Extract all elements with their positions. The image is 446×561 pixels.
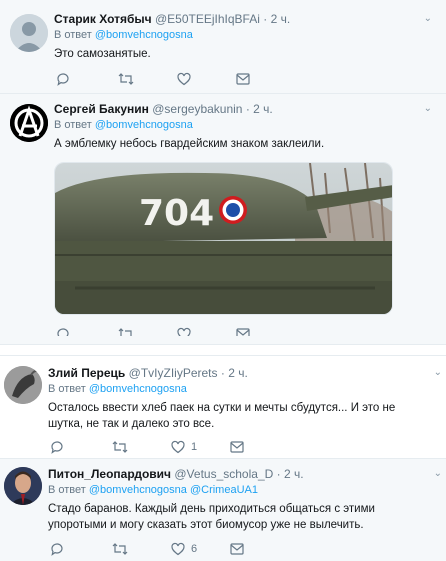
tweet[interactable]: Питон_Леопардович @Vetus_schola_D · 2 ч.…: [0, 459, 446, 561]
avatar[interactable]: [4, 467, 42, 505]
chevron-down-icon[interactable]: ⌄: [424, 11, 432, 27]
mention-link[interactable]: @CrimeaUA1: [190, 484, 258, 496]
retweet-button[interactable]: [112, 541, 134, 557]
like-button[interactable]: 6: [171, 541, 197, 557]
tank-number: 704: [139, 193, 214, 234]
tweet[interactable]: Злий Перець @TvIyZIiyPerets · 2 ч. ⌄ В о…: [0, 355, 446, 459]
retweet-icon: [112, 543, 128, 555]
reply-button[interactable]: [50, 541, 70, 557]
reply-context: В ответ @bomvehcnogosna @CrimeaUA1: [48, 484, 258, 496]
heart-icon: [177, 327, 191, 336]
heart-icon: [171, 440, 185, 454]
reply-context: В ответ @bomvehcnogosna: [48, 383, 187, 395]
author-name[interactable]: Старик Хотябыч: [54, 12, 152, 26]
mention-link[interactable]: @bomvehcnogosna: [89, 484, 187, 496]
envelope-icon: [236, 328, 250, 336]
timestamp[interactable]: 2 ч.: [271, 12, 291, 26]
timestamp[interactable]: 2 ч.: [284, 467, 304, 481]
retweet-icon: [118, 73, 134, 85]
reply-button[interactable]: [56, 71, 76, 87]
like-button[interactable]: 1: [171, 439, 197, 455]
reply-button[interactable]: [56, 326, 76, 336]
tweet-text: А эмблемку небось гвардейским знаком зак…: [54, 138, 325, 150]
mention-link[interactable]: @bomvehcnogosna: [89, 383, 187, 395]
heart-icon: [171, 542, 185, 556]
reply-icon: [51, 441, 63, 454]
author-handle[interactable]: @E50TEEjIhIqBFAi: [155, 12, 260, 26]
retweet-button[interactable]: [112, 439, 134, 455]
author-name[interactable]: Сергей Бакунин: [54, 102, 149, 116]
like-button[interactable]: [177, 71, 197, 87]
chevron-down-icon[interactable]: ⌄: [434, 466, 442, 482]
retweet-button[interactable]: [118, 71, 140, 87]
author-name[interactable]: Злий Перець: [48, 366, 125, 380]
author-handle[interactable]: @sergeybakunin: [152, 102, 242, 116]
tweet-text: Это самозанятые.: [54, 48, 151, 60]
author-handle[interactable]: @TvIyZIiyPerets: [129, 366, 218, 380]
chevron-down-icon[interactable]: ⌄: [434, 365, 442, 381]
tweet-text: Осталось ввести хлеб паек на сутки и меч…: [48, 402, 396, 430]
envelope-icon: [230, 543, 244, 555]
avatar[interactable]: [10, 14, 48, 52]
direct-message-button[interactable]: [230, 439, 244, 455]
author-name[interactable]: Питон_Леопардович: [48, 467, 171, 481]
direct-message-button[interactable]: [236, 326, 250, 336]
tweet[interactable]: Сергей Бакунин @sergeybakunin · 2 ч. ⌄ В…: [0, 94, 446, 345]
like-count: 6: [191, 543, 198, 555]
chevron-down-icon[interactable]: ⌄: [424, 101, 432, 117]
tweet-text: Стадо баранов. Каждый день приходиться о…: [48, 503, 375, 531]
direct-message-button[interactable]: [236, 71, 250, 87]
tank-photo: 704: [55, 163, 392, 314]
like-count: 1: [191, 441, 198, 453]
retweet-icon: [118, 328, 132, 336]
timestamp[interactable]: 2 ч.: [253, 102, 273, 116]
envelope-icon: [230, 441, 244, 453]
retweet-button[interactable]: [118, 326, 140, 336]
mention-link[interactable]: @bomvehcnogosna: [95, 29, 193, 41]
default-avatar-icon: [10, 14, 48, 52]
reply-icon: [51, 543, 63, 556]
anarchy-symbol-icon: [10, 104, 48, 142]
like-button[interactable]: [177, 326, 197, 336]
mention-link[interactable]: @bomvehcnogosna: [95, 119, 193, 131]
envelope-icon: [236, 73, 250, 85]
portrait-avatar-icon: [4, 467, 42, 505]
reply-icon: [57, 328, 69, 336]
reply-context: В ответ @bomvehcnogosna: [54, 29, 193, 41]
author-handle[interactable]: @Vetus_schola_D: [174, 467, 273, 481]
reply-icon: [57, 73, 69, 86]
reply-button[interactable]: [50, 439, 70, 455]
avatar[interactable]: [4, 366, 42, 404]
direct-message-button[interactable]: [230, 541, 244, 557]
tweet-media-photo[interactable]: 704: [54, 162, 393, 315]
pepper-avatar-icon: [4, 366, 42, 404]
heart-icon: [177, 72, 191, 86]
timestamp[interactable]: 2 ч.: [228, 366, 248, 380]
tweet[interactable]: Старик Хотябыч @E50TEEjIhIqBFAi · 2 ч. ⌄…: [0, 0, 446, 94]
avatar[interactable]: [10, 104, 48, 142]
retweet-icon: [112, 441, 128, 453]
reply-context: В ответ @bomvehcnogosna: [54, 119, 193, 131]
